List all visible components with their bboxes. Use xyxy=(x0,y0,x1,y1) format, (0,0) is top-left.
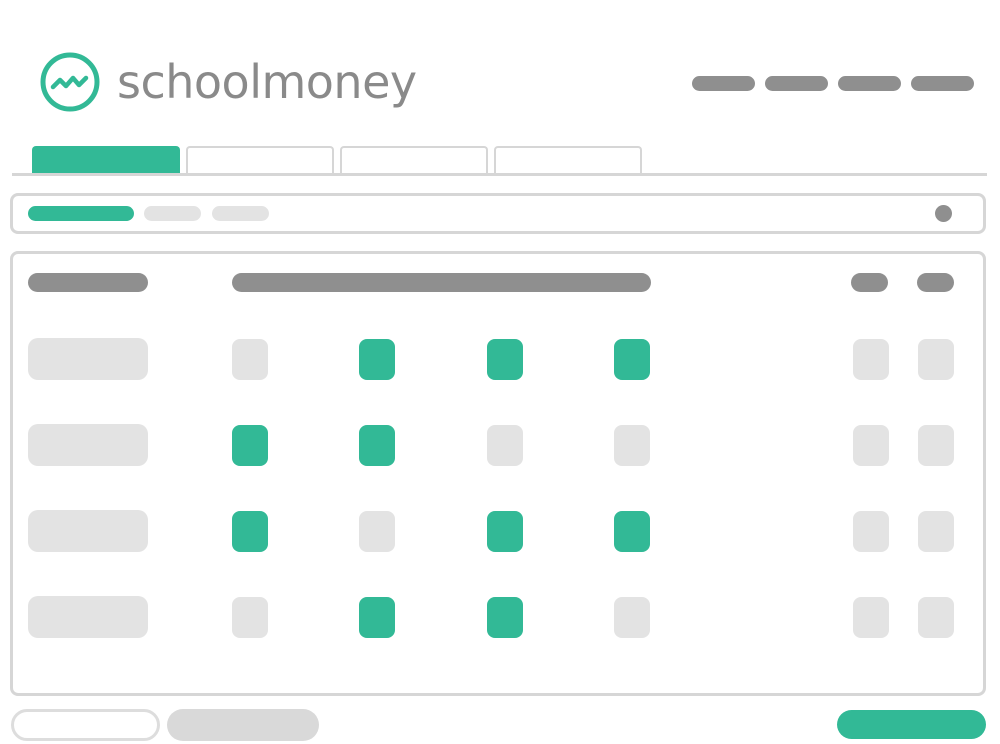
grid-cell-active[interactable] xyxy=(359,425,395,466)
tab-divider xyxy=(12,173,987,176)
grid-cell-inactive[interactable] xyxy=(487,425,523,466)
grid-cell-active[interactable] xyxy=(359,339,395,380)
grid-cell-active[interactable] xyxy=(487,597,523,638)
grid-cell-active[interactable] xyxy=(487,339,523,380)
column-header-name xyxy=(28,273,148,292)
column-header-grid xyxy=(232,273,651,292)
grid-cell-active[interactable] xyxy=(232,425,268,466)
brand-name: schoolmoney xyxy=(117,55,417,109)
row-action-2[interactable] xyxy=(918,339,954,380)
row-label xyxy=(28,596,148,638)
filter-chip-3[interactable] xyxy=(212,206,269,221)
nav-item-2[interactable] xyxy=(765,76,828,91)
nav-item-1[interactable] xyxy=(692,76,755,91)
filter-chip-2[interactable] xyxy=(144,206,201,221)
row-action-2[interactable] xyxy=(918,597,954,638)
row-action-1[interactable] xyxy=(853,425,889,466)
tab-1[interactable] xyxy=(32,146,180,174)
options-dot[interactable] xyxy=(935,205,952,222)
filter-chip-active[interactable] xyxy=(28,206,134,221)
grid-cell-active[interactable] xyxy=(232,511,268,552)
row-action-1[interactable] xyxy=(853,511,889,552)
tab-4[interactable] xyxy=(494,146,642,174)
row-action-1[interactable] xyxy=(853,339,889,380)
row-label xyxy=(28,338,148,380)
tab-3[interactable] xyxy=(340,146,488,174)
row-label xyxy=(28,424,148,466)
tertiary-button[interactable] xyxy=(167,709,319,741)
brand-logo[interactable]: schoolmoney xyxy=(117,52,417,112)
column-header-action-2 xyxy=(917,273,954,292)
row-action-1[interactable] xyxy=(853,597,889,638)
grid-cell-active[interactable] xyxy=(614,511,650,552)
grid-cell-inactive[interactable] xyxy=(232,339,268,380)
nav-item-3[interactable] xyxy=(838,76,901,91)
column-header-action-1 xyxy=(851,273,888,292)
tab-2[interactable] xyxy=(186,146,334,174)
nav-item-4[interactable] xyxy=(911,76,974,91)
row-action-2[interactable] xyxy=(918,425,954,466)
grid-cell-active[interactable] xyxy=(359,597,395,638)
grid-cell-active[interactable] xyxy=(487,511,523,552)
grid-cell-active[interactable] xyxy=(614,339,650,380)
pulse-circle-icon xyxy=(40,52,100,112)
row-label xyxy=(28,510,148,552)
row-action-2[interactable] xyxy=(918,511,954,552)
grid-cell-inactive[interactable] xyxy=(614,425,650,466)
grid-cell-inactive[interactable] xyxy=(359,511,395,552)
primary-button[interactable] xyxy=(837,710,986,739)
grid-cell-inactive[interactable] xyxy=(232,597,268,638)
secondary-button[interactable] xyxy=(11,709,160,741)
grid-cell-inactive[interactable] xyxy=(614,597,650,638)
